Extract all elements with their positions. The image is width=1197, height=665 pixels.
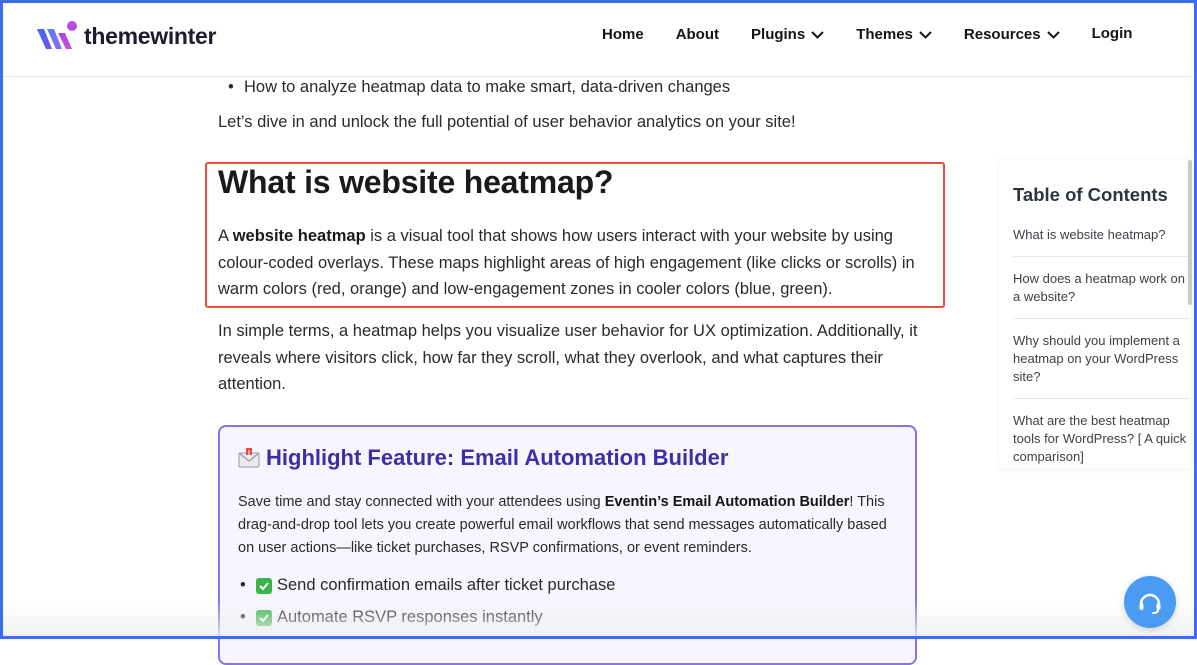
chat-button[interactable] [1124,576,1176,628]
simple-terms-paragraph: In simple terms, a heatmap helps you vis… [218,322,918,393]
list-item: How to analyze heatmap data to make smar… [228,78,730,97]
def-prefix: A [218,227,233,245]
chevron-down-icon [919,30,932,39]
brand-name: themewinter [84,22,217,49]
site-header: themewinter Home About Plugins Themes Re… [0,0,1197,77]
chevron-down-icon [1046,30,1060,39]
feature-title-text: Highlight Feature: Email Automation Buil… [266,445,729,470]
toc-scrollbar[interactable] [1188,160,1192,305]
toc-item-what-is-heatmap[interactable]: What is website heatmap? [1013,226,1189,244]
nav-themes-label: Themes [856,26,913,43]
nav-login[interactable]: Login [1092,25,1133,42]
def-bold-term: website heatmap [232,227,366,245]
definition-paragraph: A website heatmap is a visual tool that … [218,223,933,303]
nav-home-label: Home [602,26,644,43]
nav-resources-label: Resources [963,26,1041,43]
check-icon [256,577,272,594]
feature-callout-box: Highlight Feature: Email Automation Buil… [218,425,917,665]
chevron-down-icon [811,30,824,39]
toc-item-how-heatmap-works[interactable]: How does a heatmap work on a website? [1013,270,1189,306]
nav-home[interactable]: Home [602,26,644,43]
toc-title: Table of Contents [1013,184,1168,205]
feature-p-start: Save time and stay connected with your a… [238,494,605,510]
toc-divider [1013,318,1189,319]
section-heading: What is website heatmap? [218,164,614,200]
table-of-contents: Table of Contents What is website heatma… [999,160,1191,468]
main-nav: Home About Plugins Themes Resources Logi… [602,25,1133,43]
intro-paragraph: Let’s dive in and unlock the full potent… [218,113,796,131]
list-item-text: Automate RSVP responses instantly [277,608,543,626]
list-item: Automate RSVP responses instantly [240,608,543,627]
headset-icon [1139,593,1161,614]
toc-divider [1013,256,1189,257]
nav-plugins-label: Plugins [751,26,806,43]
nav-resources[interactable]: Resources [964,26,1060,43]
check-icon [256,609,272,626]
feature-title: Highlight Feature: Email Automation Buil… [238,445,728,471]
brand-logo[interactable]: themewinter [34,18,216,54]
nav-about[interactable]: About [676,26,719,43]
logo-icon [37,21,77,49]
nav-login-label: Login [1091,25,1133,42]
toc-divider [1013,398,1189,399]
nav-themes[interactable]: Themes [856,26,932,43]
envelope-icon [238,448,260,468]
toc-item-best-tools[interactable]: What are the best heatmap tools for Word… [1013,412,1189,466]
list-item-text: Send confirmation emails after ticket pu… [277,576,616,594]
toc-item-why-implement[interactable]: Why should you implement a heatmap on yo… [1013,332,1189,386]
list-item: Send confirmation emails after ticket pu… [240,576,616,595]
nav-about-label: About [675,26,720,43]
feature-paragraph: Save time and stay connected with your a… [238,491,903,560]
feature-p-bold: Eventin’s Email Automation Builder [604,494,850,510]
nav-plugins[interactable]: Plugins [751,26,824,43]
